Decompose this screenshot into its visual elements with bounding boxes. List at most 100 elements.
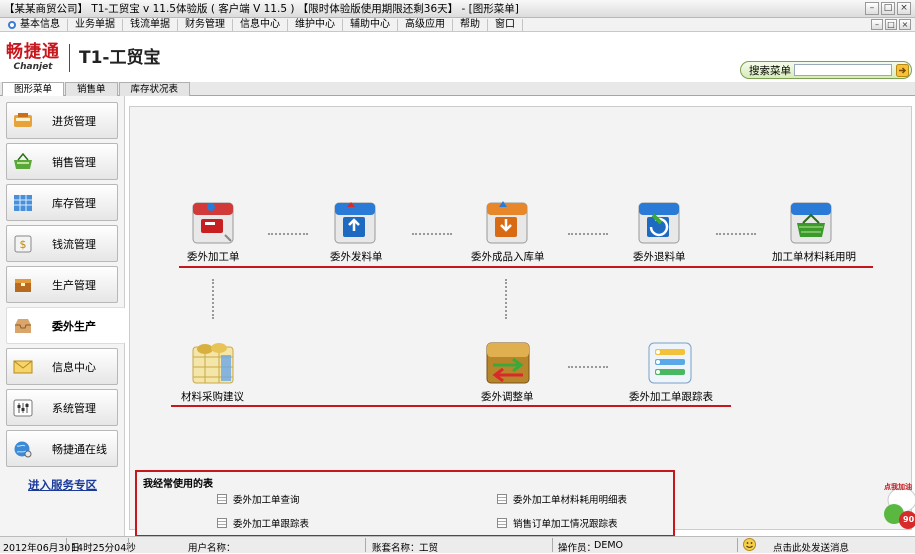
frequent-report-label: 委外加工单跟踪表 bbox=[233, 519, 310, 530]
send-message-link[interactable]: 点击此处发送消息 bbox=[773, 540, 849, 554]
frequent-report-link[interactable]: 委外加工单跟踪表 bbox=[217, 516, 309, 530]
status-bar: 2012年06月30日 14时25分04秒 用户名称： 账套名称： 工贸 操作员… bbox=[0, 536, 915, 554]
frequent-report-label: 委外加工单材料耗用明细表 bbox=[513, 495, 628, 506]
flow-label-outsource-tracking[interactable]: 委外加工单跟踪表 bbox=[629, 389, 713, 404]
status-divider bbox=[552, 538, 553, 552]
sidebar-item-outsource[interactable]: 委外生产 bbox=[6, 307, 125, 344]
graphic-menu-panel: 委外加工单 委外发料单 委外成品入库单 委外退料单 加工单材料耗用明 材料采购建… bbox=[129, 106, 912, 537]
tab-inventory-status[interactable]: 库存状况表 bbox=[118, 82, 191, 96]
menu-advanced[interactable]: 高级应用 bbox=[398, 18, 453, 31]
menu-business-docs[interactable]: 业务单据 bbox=[68, 18, 123, 31]
status-divider bbox=[66, 538, 67, 552]
status-divider bbox=[128, 538, 129, 552]
promo-badge-text: 点我加油 bbox=[884, 483, 912, 491]
report-doc-icon bbox=[497, 518, 507, 528]
outsource-issue-icon[interactable] bbox=[333, 201, 381, 247]
sidebar-item-production[interactable]: 生产管理 bbox=[6, 266, 118, 303]
frequent-report-label: 委外加工单查询 bbox=[233, 495, 300, 506]
system-settings-icon bbox=[12, 398, 34, 418]
menu-assist[interactable]: 辅助中心 bbox=[343, 18, 398, 31]
production-box-icon bbox=[12, 275, 34, 295]
close-button[interactable]: × bbox=[897, 2, 911, 15]
sidebar-item-inventory[interactable]: 库存管理 bbox=[6, 184, 118, 221]
report-doc-icon bbox=[217, 518, 227, 528]
sidebar-item-label: 钱流管理 bbox=[52, 237, 96, 251]
menu-cashflow-docs[interactable]: 钱流单据 bbox=[123, 18, 178, 31]
logo-divider bbox=[69, 44, 70, 72]
material-consumption-icon[interactable] bbox=[789, 201, 837, 247]
frequent-reports-title: 我经常使用的表 bbox=[143, 479, 213, 490]
sidebar-item-label: 库存管理 bbox=[52, 196, 96, 210]
sidebar-item-online[interactable]: 畅捷通在线 bbox=[6, 430, 118, 467]
sidebar-item-cashflow[interactable]: $ 钱流管理 bbox=[6, 225, 118, 262]
maximize-button[interactable]: □ bbox=[881, 2, 895, 15]
flow-label-purchase-suggestion[interactable]: 材料采购建议 bbox=[181, 389, 244, 404]
smiley-icon[interactable] bbox=[743, 538, 756, 554]
flow-label-outsource-adjust[interactable]: 委外调整单 bbox=[481, 389, 534, 404]
search-input[interactable] bbox=[794, 64, 892, 76]
status-user-label: 用户名称： bbox=[188, 543, 236, 554]
frequent-report-link[interactable]: 委外加工单查询 bbox=[217, 492, 300, 506]
search-label: 搜索菜单 bbox=[749, 64, 791, 77]
outsource-return-icon[interactable] bbox=[637, 201, 685, 247]
flow-connector bbox=[268, 233, 308, 235]
mdi-controls: – □ × bbox=[871, 19, 911, 30]
sidebar-item-info-center[interactable]: 信息中心 bbox=[6, 348, 118, 385]
cashflow-icon: $ bbox=[12, 234, 34, 254]
sidebar-item-label: 销售管理 bbox=[52, 155, 96, 169]
row1-divider bbox=[179, 266, 873, 268]
menu-help[interactable]: 帮助 bbox=[453, 18, 488, 31]
status-operator-value: DEMO bbox=[594, 540, 623, 551]
status-date: 2012年06月30日 bbox=[3, 543, 80, 554]
sidebar-item-system[interactable]: 系统管理 bbox=[6, 389, 118, 426]
service-zone-link[interactable]: 进入服务专区 bbox=[28, 477, 97, 493]
product-name: T1-工贸宝 bbox=[79, 48, 161, 68]
online-globe-icon bbox=[12, 439, 34, 459]
flow-connector bbox=[412, 233, 452, 235]
search-go-icon[interactable] bbox=[895, 63, 909, 77]
brand-name-cn: 畅捷通 bbox=[6, 42, 60, 62]
sidebar-item-purchase[interactable]: 进货管理 bbox=[6, 102, 118, 139]
mdi-minimize-button[interactable]: – bbox=[871, 19, 883, 30]
outsource-tracking-icon[interactable] bbox=[647, 341, 695, 387]
outsource-order-icon[interactable] bbox=[191, 201, 239, 247]
menu-basic-info[interactable]: 基本信息 bbox=[0, 18, 68, 31]
flow-connector-vertical bbox=[505, 279, 507, 319]
flow-label-outsource-receipt[interactable]: 委外成品入库单 bbox=[471, 249, 545, 264]
brand-name-en: Chanjet bbox=[13, 62, 53, 72]
sidebar-item-sales[interactable]: 销售管理 bbox=[6, 143, 118, 180]
minimize-button[interactable]: – bbox=[865, 2, 879, 15]
report-doc-icon bbox=[217, 494, 227, 504]
sidebar: 进货管理 销售管理 库存管理 $ 钱流管理 生产管理 委外生产 信息中心 系统管… bbox=[0, 96, 125, 536]
outsource-adjust-icon[interactable] bbox=[485, 341, 533, 387]
flow-label-outsource-issue[interactable]: 委外发料单 bbox=[330, 249, 383, 264]
flow-label-outsource-return[interactable]: 委外退料单 bbox=[633, 249, 686, 264]
frequent-report-link[interactable]: 委外加工单材料耗用明细表 bbox=[497, 492, 627, 506]
promo-widget[interactable]: 点我加油 90 bbox=[880, 478, 915, 538]
mdi-restore-button[interactable]: □ bbox=[885, 19, 897, 30]
status-account-value: 工贸 bbox=[419, 543, 439, 554]
status-divider bbox=[365, 538, 366, 552]
row2-divider bbox=[171, 405, 731, 407]
purchase-suggestion-icon[interactable] bbox=[191, 341, 239, 387]
sidebar-item-label: 进货管理 bbox=[52, 114, 96, 128]
promo-count: 90 bbox=[903, 515, 915, 524]
sidebar-item-label: 畅捷通在线 bbox=[52, 442, 107, 456]
flow-connector bbox=[568, 366, 608, 368]
flow-label-outsource-order[interactable]: 委外加工单 bbox=[187, 249, 240, 264]
info-envelope-icon bbox=[12, 357, 34, 377]
menu-label: 基本信息 bbox=[20, 18, 60, 30]
tab-sales-order[interactable]: 销售单 bbox=[65, 82, 118, 96]
menu-maintenance[interactable]: 维护中心 bbox=[288, 18, 343, 31]
app-menu-icon bbox=[8, 20, 16, 29]
sidebar-item-label: 信息中心 bbox=[52, 360, 96, 374]
flow-connector bbox=[568, 233, 608, 235]
menu-info-center[interactable]: 信息中心 bbox=[233, 18, 288, 31]
tab-graphic-menu[interactable]: 图形菜单 bbox=[2, 82, 65, 96]
frequent-report-link[interactable]: 销售订单加工情况跟踪表 bbox=[497, 516, 618, 530]
flow-label-material-consumption[interactable]: 加工单材料耗用明 bbox=[772, 249, 856, 264]
outsource-receipt-icon[interactable] bbox=[485, 201, 533, 247]
mdi-close-button[interactable]: × bbox=[899, 19, 911, 30]
menu-window[interactable]: 窗口 bbox=[488, 18, 523, 31]
menu-finance[interactable]: 财务管理 bbox=[178, 18, 233, 31]
